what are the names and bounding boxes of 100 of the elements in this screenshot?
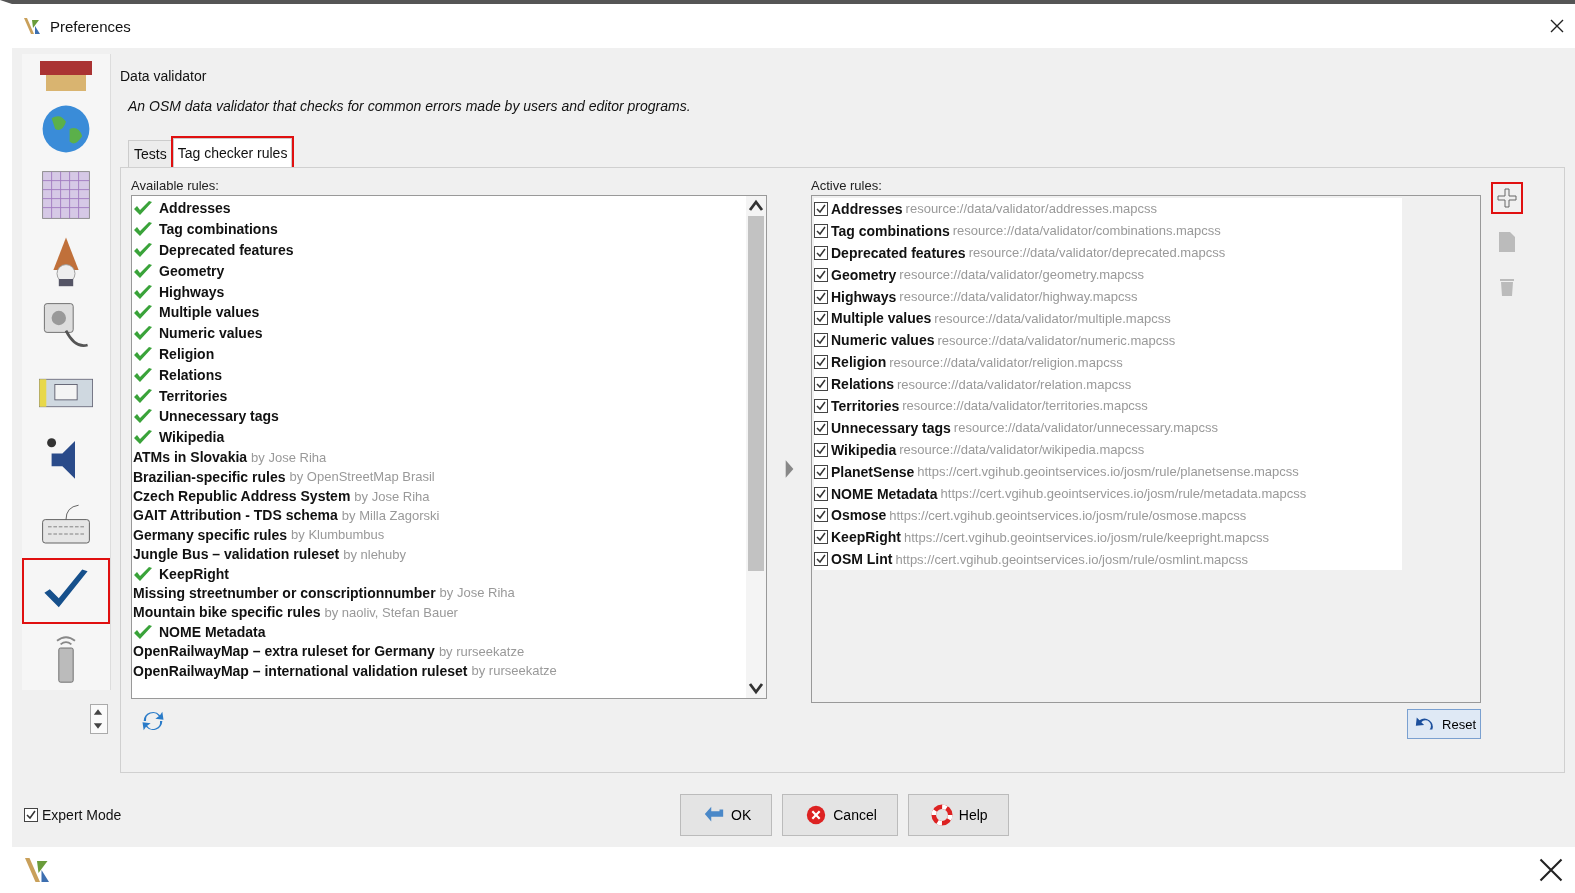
rule-name: Multiple values — [831, 310, 932, 327]
rule-source: https://cert.vgihub.geointservices.io/josm/rule/osmlint.mapcss — [895, 551, 1249, 567]
rule-source: resource://data/validator/numeric.mapcss — [937, 332, 1176, 348]
panel-title: Data validator — [120, 68, 208, 84]
expert-mode-checkbox[interactable]: Expert Mode — [24, 807, 122, 823]
rule-item[interactable]: Jungle Bus – validation ruleset by nlehuby — [132, 544, 746, 564]
rule-item[interactable]: KeepRight — [132, 563, 746, 584]
rule-item[interactable]: OpenRailwayMap – international validation ruleset by rurseekatze — [132, 660, 746, 681]
rule-name: Wikipedia — [159, 429, 225, 446]
rule-name: NOME Metadata — [159, 623, 266, 640]
rule-name: Unnecessary tags — [159, 408, 279, 425]
rule-author: by Milla Zagorski — [341, 507, 440, 523]
rule-name: Religion — [831, 354, 887, 371]
rule-item[interactable]: Relations — [132, 364, 746, 386]
rule-source: https://cert.vgihub.geointservices.io/josm/rule/planetsense.mapcss — [917, 464, 1299, 480]
rule-item[interactable]: Germany specific rules by Klumbumbus — [132, 525, 746, 545]
rule-name: Mountain bike specific rules — [133, 604, 321, 621]
rule-item[interactable]: Mountain bike specific rules by naoliv, Stefan Bauer — [132, 602, 746, 623]
rule-name: Numeric values — [831, 332, 935, 349]
rule-name: Deprecated features — [831, 244, 966, 261]
rule-item[interactable]: NOME Metadata — [132, 622, 746, 642]
rule-name: Tag combinations — [159, 221, 278, 238]
rule-author: by rurseekatze — [471, 663, 557, 679]
rule-author: by Jose Riha — [439, 585, 515, 601]
rule-item[interactable]: Numeric values — [132, 322, 746, 344]
rule-source: https://cert.vgihub.geointservices.io/josm/rule/osmose.mapcss — [889, 507, 1247, 523]
rule-item[interactable]: ATMs in Slovakia by Jose Riha — [132, 447, 746, 467]
rule-item[interactable]: Brazilian-specific rules by OpenStreetMap Brasil — [132, 466, 746, 487]
rule-name: OpenRailwayMap – international validation ruleset — [133, 662, 468, 679]
rule-item[interactable]: Geometry — [132, 260, 746, 282]
rule-source: resource://data/validator/unnecessary.mapcss — [953, 420, 1219, 436]
rule-item[interactable]: Addresses — [132, 198, 746, 219]
rule-author: by Jose Riha — [251, 449, 327, 465]
rule-item[interactable]: OpenRailwayMap – extra ruleset for Germany by rurseekatze — [132, 641, 746, 661]
rule-source: https://cert.vgihub.geointservices.io/josm/rule/metadata.mapcss — [940, 486, 1307, 501]
rule-name: GAIT Attribution - TDS schema — [133, 507, 338, 524]
rule-author: by OpenStreetMap Brasil — [289, 469, 435, 485]
tab[interactable]: Tag checker rules — [172, 138, 293, 167]
rule-item[interactable]: Multiple values — [132, 302, 746, 323]
rule-item[interactable]: Missing streetnumber or conscriptionnumber by Jose Riha — [132, 583, 746, 603]
rule-name: Numeric values — [159, 325, 263, 342]
rule-item[interactable]: GAIT Attribution - TDS schema by Milla Zagorski — [132, 505, 746, 526]
rule-name: Germany specific rules — [133, 526, 288, 543]
rule-name: Territories — [831, 397, 900, 414]
rule-source: resource://data/validator/multiple.mapcss — [934, 310, 1171, 326]
rule-item[interactable]: Unnecessary tags — [132, 405, 746, 427]
rule-name: KeepRight — [159, 565, 229, 582]
rule-name: Wikipedia — [831, 441, 897, 458]
rule-author: by nlehuby — [343, 546, 407, 562]
rule-item[interactable]: Wikipedia — [132, 426, 746, 448]
rule-name: Addresses — [831, 200, 903, 217]
rule-name: Religion — [159, 345, 215, 362]
rule-source: https://cert.vgihub.geointservices.io/josm/rule/keepright.mapcss — [904, 529, 1269, 545]
rule-name: Geometry — [159, 262, 225, 279]
rule-name: Addresses — [159, 200, 231, 217]
rule-source: resource://data/validator/deprecated.mapcss — [968, 245, 1226, 261]
rule-source: resource://data/validator/territories.mapcss — [902, 398, 1148, 414]
window-title: Preferences — [50, 17, 131, 35]
rule-name: Tag combinations — [831, 222, 950, 239]
rule-name: OpenRailwayMap – extra ruleset for Germany — [133, 643, 435, 660]
rule-author: by rurseekatze — [438, 643, 525, 659]
rule-author: by Klumbumbus — [291, 527, 385, 543]
rule-name: Multiple values — [159, 304, 260, 321]
rule-name: Brazilian-specific rules — [133, 468, 286, 485]
rule-name: PlanetSense — [831, 463, 915, 480]
list-label: Active rules: — [811, 178, 883, 193]
rule-name: Missing streetnumber or conscriptionnumber — [133, 585, 436, 601]
rule-source: resource://data/validator/addresses.mapcss — [905, 201, 1158, 217]
rule-name: Jungle Bus – validation ruleset — [133, 546, 340, 563]
rule-item[interactable]: Tag combinations — [132, 218, 746, 240]
rule-name: Deprecated features — [159, 242, 294, 258]
rule-name: NOME Metadata — [831, 485, 938, 502]
rule-source: resource://data/validator/geometry.mapcss — [899, 267, 1145, 283]
cancel-button[interactable]: Cancel — [782, 794, 898, 836]
rule-item[interactable]: Deprecated features — [132, 239, 746, 261]
rule-source: resource://data/validator/wikipedia.mapcss — [899, 442, 1145, 458]
rule-name: ATMs in Slovakia — [133, 449, 248, 466]
rule-author: by Jose Riha — [354, 488, 430, 504]
rule-name: Relations — [831, 376, 894, 393]
list-label: Available rules: — [131, 178, 220, 193]
reset-button[interactable]: Reset — [1407, 709, 1481, 739]
help-button[interactable]: Help — [907, 794, 1009, 836]
rule-item[interactable]: Religion — [132, 343, 746, 365]
ok-button[interactable]: OK — [680, 794, 773, 836]
rule-source: resource://data/validator/religion.mapcss — [889, 354, 1123, 370]
panel-description: An OSM data validator that checks for common errors made by users and editor programs. — [128, 98, 692, 114]
rule-item[interactable]: Territories — [132, 385, 746, 406]
rule-name: OSM Lint — [831, 551, 893, 568]
rule-name: Osmose — [831, 507, 887, 524]
rule-name: Territories — [159, 387, 228, 404]
rule-source: resource://data/validator/combinations.mapcss — [952, 223, 1221, 239]
tab[interactable]: Tests — [128, 140, 173, 167]
rule-item[interactable]: Czech Republic Address System by Jose Riha — [132, 486, 746, 506]
rule-source: resource://data/validator/relation.mapcss — [897, 376, 1132, 392]
rule-item[interactable]: Highways — [132, 281, 746, 302]
rule-name: Geometry — [831, 266, 897, 283]
rule-name: Highways — [159, 283, 225, 300]
rule-name: Czech Republic Address System — [133, 488, 351, 505]
rule-name: Highways — [831, 288, 897, 305]
rule-author: by naoliv, Stefan Bauer — [324, 604, 458, 620]
